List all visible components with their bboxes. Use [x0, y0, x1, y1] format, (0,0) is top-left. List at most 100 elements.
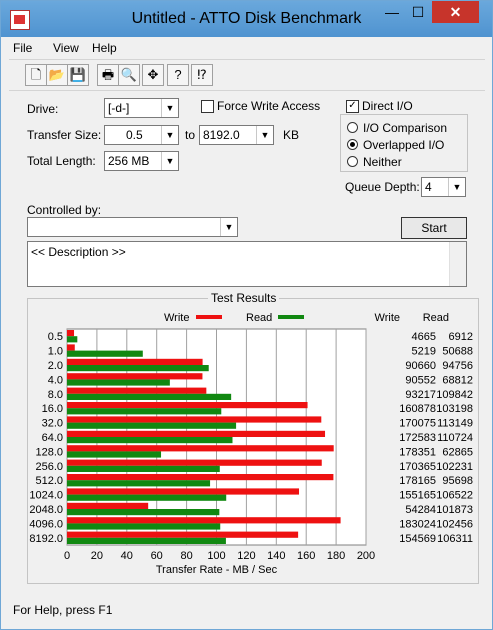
direct-io-checkbox[interactable]: ✓ [346, 100, 359, 113]
transfer-size-label: Transfer Size: [27, 128, 102, 142]
force-write-checkbox[interactable] [201, 100, 214, 113]
read-value: 109842 [436, 389, 473, 401]
write-value: 172583 [399, 432, 436, 444]
overlapped-io-radio[interactable] [347, 139, 358, 150]
write-value: 170075 [399, 418, 436, 430]
x-tick-label: 160 [297, 550, 315, 562]
write-bar [67, 416, 322, 423]
x-tick-label: 200 [357, 550, 375, 562]
transfer-from-select[interactable]: 0.5 ▼ [104, 125, 179, 145]
read-value: 101873 [436, 504, 473, 516]
start-button[interactable]: Start [401, 217, 467, 239]
x-tick-label: 20 [91, 550, 103, 562]
read-value: 113149 [437, 418, 473, 430]
force-write-label: Force Write Access [217, 99, 321, 113]
chevron-down-icon[interactable]: ▼ [161, 152, 178, 170]
read-value: 95698 [442, 475, 473, 487]
write-bar [67, 430, 326, 437]
read-bar [67, 365, 209, 372]
read-value: 102231 [436, 461, 473, 473]
write-bar [67, 330, 75, 337]
y-tick-label: 128.0 [35, 446, 63, 458]
read-bar [67, 523, 221, 530]
legend-read-swatch [278, 315, 304, 319]
y-tick-label: 1024.0 [29, 490, 63, 502]
chevron-down-icon[interactable]: ▼ [448, 178, 465, 196]
maximize-button[interactable]: ☐ [405, 1, 431, 23]
y-tick-label: 64.0 [42, 432, 63, 444]
read-bar [67, 437, 233, 444]
close-button[interactable]: ✕ [432, 1, 479, 23]
chevron-down-icon[interactable]: ▼ [220, 218, 237, 236]
menu-help[interactable]: Help [92, 41, 117, 55]
write-value: 5219 [412, 346, 436, 358]
print-preview-icon[interactable]: 🔍 [118, 64, 140, 86]
y-tick-label: 0.5 [48, 331, 63, 343]
test-results-group: Test Results 0 20 40 60 80 100 120 140 160 180 200… [27, 291, 479, 584]
read-value: 106311 [437, 533, 473, 545]
write-value: 178165 [399, 475, 436, 487]
results-chart: 0 20 40 60 80 100 120 140 160 180 200 Transfer Rate… [29, 312, 473, 576]
y-tick-label: 4.0 [48, 374, 63, 386]
write-value: 90552 [405, 374, 436, 386]
drive-select[interactable]: [-d-] ▼ [104, 98, 179, 118]
x-tick-label: 40 [121, 550, 133, 562]
write-column-header: Write [375, 312, 400, 324]
io-comparison-radio[interactable] [347, 122, 358, 133]
neither-label: Neither [363, 155, 402, 169]
menu-file[interactable]: File [13, 41, 32, 55]
write-value: 154569 [399, 533, 436, 545]
legend-write-label: Write [164, 312, 189, 324]
read-bar [67, 336, 78, 343]
y-tick-label: 8192.0 [29, 533, 63, 545]
write-bar [67, 517, 341, 524]
chevron-down-icon[interactable]: ▼ [161, 99, 178, 117]
status-text: For Help, press F1 [13, 603, 113, 617]
read-value: 94756 [442, 360, 473, 372]
read-value: 106522 [436, 490, 473, 502]
transfer-to-select[interactable]: 8192.0 ▼ [199, 125, 274, 145]
x-tick-label: 100 [207, 550, 225, 562]
move-icon[interactable]: ✥ [142, 64, 164, 86]
y-tick-label: 2.0 [48, 360, 63, 372]
toolbar: 🗋 📂 💾 🖶 🔍 ✥ ? ⁉ [9, 59, 485, 91]
y-tick-label: 256.0 [35, 461, 63, 473]
description-field[interactable]: << Description >> [27, 241, 467, 287]
read-value: 102456 [436, 518, 473, 530]
read-bar [67, 393, 232, 400]
new-icon[interactable]: 🗋 [25, 64, 47, 86]
context-help-icon[interactable]: ⁉ [191, 64, 213, 86]
print-icon[interactable]: 🖶 [97, 64, 119, 86]
status-bar: For Help, press F1 [9, 594, 485, 622]
y-tick-label: 8.0 [48, 389, 63, 401]
y-tick-label: 1.0 [48, 346, 63, 358]
drive-value: [-d-] [108, 101, 130, 115]
controlled-by-label: Controlled by: [27, 203, 102, 217]
neither-radio[interactable] [347, 156, 358, 167]
chevron-down-icon[interactable]: ▼ [256, 126, 273, 144]
menu-view[interactable]: View [53, 41, 79, 55]
write-value: 160878 [399, 403, 436, 415]
help-icon[interactable]: ? [167, 64, 189, 86]
queue-depth-select[interactable]: 4 ▼ [421, 177, 466, 197]
y-tick-label: 16.0 [42, 403, 63, 415]
open-icon[interactable]: 📂 [46, 64, 68, 86]
description-scrollbar[interactable] [449, 242, 466, 286]
write-bar [67, 531, 299, 538]
total-length-select[interactable]: 256 MB ▼ [104, 151, 179, 171]
chevron-down-icon[interactable]: ▼ [161, 126, 178, 144]
write-value: 90660 [405, 360, 436, 372]
menu-bar: File View Help [9, 37, 485, 59]
description-text: << Description >> [31, 245, 126, 259]
read-bar [67, 408, 222, 415]
minimize-button[interactable]: — [379, 1, 405, 23]
queue-depth-value: 4 [425, 180, 432, 194]
title-bar[interactable]: Untitled - ATTO Disk Benchmark — ☐ ✕ [1, 1, 492, 37]
write-value: 170365 [399, 461, 436, 473]
save-icon[interactable]: 💾 [67, 64, 89, 86]
x-tick-label: 0 [64, 550, 70, 562]
x-tick-label: 120 [237, 550, 255, 562]
read-value: 110724 [437, 432, 473, 444]
main-panel: Drive: [-d-] ▼ Force Write Access ✓ Dire… [9, 90, 485, 594]
controlled-by-select[interactable]: ▼ [27, 217, 238, 237]
